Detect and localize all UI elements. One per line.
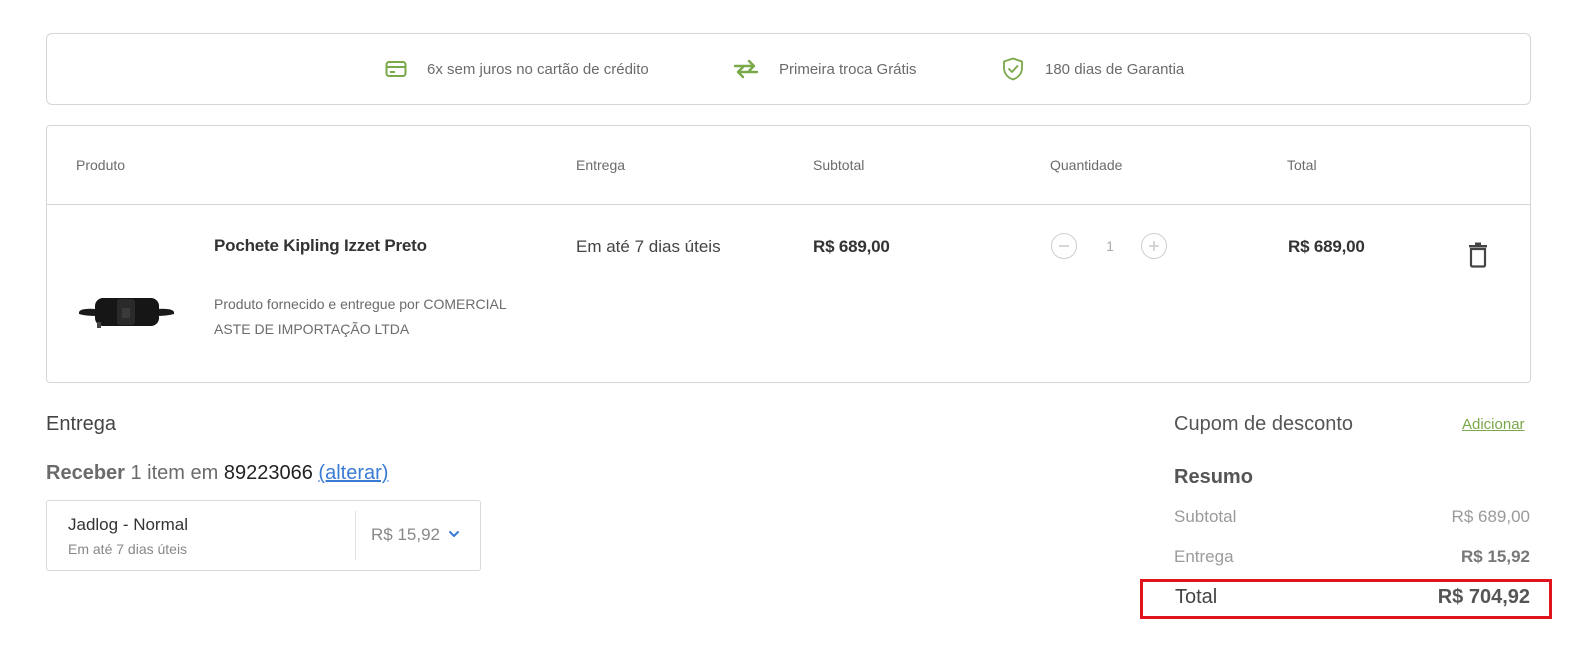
benefit-warranty: 180 dias de Garantia [1000,34,1184,104]
cart-table: Produto Entrega Subtotal Quantidade Tota… [46,125,1531,383]
summary-title: Resumo [1174,466,1253,488]
summary-total-label: Total [1175,586,1218,608]
divider [355,511,356,560]
summary-delivery-label: Entrega [1174,547,1234,566]
chevron-down-icon[interactable] [447,527,461,541]
receive-label: Receber [46,462,125,484]
column-header-product: Produto [76,157,126,173]
summary-delivery-value: R$ 15,92 [1461,547,1530,566]
benefit-installments: 6x sem juros no cartão de crédito [383,34,649,104]
quantity-decrease-button[interactable] [1051,233,1077,259]
summary-subtotal-value: R$ 689,00 [1451,507,1530,526]
receive-line: Receber 1 item em 89223066 (alterar) [46,462,388,485]
item-subtotal: R$ 689,00 [813,237,890,256]
column-header-quantity: Quantidade [1050,157,1123,173]
trash-icon [1469,242,1487,268]
item-total: R$ 689,00 [1288,237,1365,256]
shipping-option-price: R$ 15,92 [371,525,440,544]
shipping-option-eta: Em até 7 dias úteis [68,541,188,557]
benefit-label: 6x sem juros no cartão de crédito [427,60,649,78]
plus-icon [1149,241,1159,251]
summary-subtotal-label: Subtotal [1174,507,1237,526]
benefits-bar: 6x sem juros no cartão de crédito Primei… [46,33,1531,105]
column-header-delivery: Entrega [576,157,626,173]
benefit-label: Primeira troca Grátis [779,60,917,78]
column-header-subtotal: Subtotal [813,157,865,173]
change-cep-link[interactable]: (alterar) [318,462,388,484]
summary-total-value: R$ 704,92 [1437,586,1530,608]
quantity-increase-button[interactable] [1141,233,1167,259]
shield-check-icon [1000,56,1026,82]
benefit-exchange: Primeira troca Grátis [733,34,917,104]
coupon-title: Cupom de desconto [1174,413,1354,435]
product-name[interactable]: Pochete Kipling Izzet Preto [214,236,427,256]
product-seller: Produto fornecido e entregue por COMERCI… [214,296,507,337]
benefit-label: 180 dias de Garantia [1045,60,1185,78]
quantity-value[interactable]: 1 [1100,238,1120,254]
exchange-arrows-icon [733,56,759,82]
credit-card-icon [383,56,409,82]
receive-item-count: 1 item em [124,462,224,484]
shipping-option-name: Jadlog - Normal [68,515,188,534]
add-coupon-link[interactable]: Adicionar [1462,416,1525,433]
item-delivery-time: Em até 7 dias úteis [576,237,721,256]
remove-item-button[interactable] [1467,242,1489,273]
column-header-total: Total [1287,157,1317,173]
shipping-option-select[interactable]: Jadlog - Normal Em até 7 dias úteis R$ 1… [46,500,481,571]
product-image[interactable] [77,294,177,339]
cart-table-header: Produto Entrega Subtotal Quantidade Tota… [47,126,1530,205]
delivery-section-title: Entrega [46,413,117,435]
cep-value: 89223066 [223,462,313,484]
minus-icon [1059,245,1069,247]
